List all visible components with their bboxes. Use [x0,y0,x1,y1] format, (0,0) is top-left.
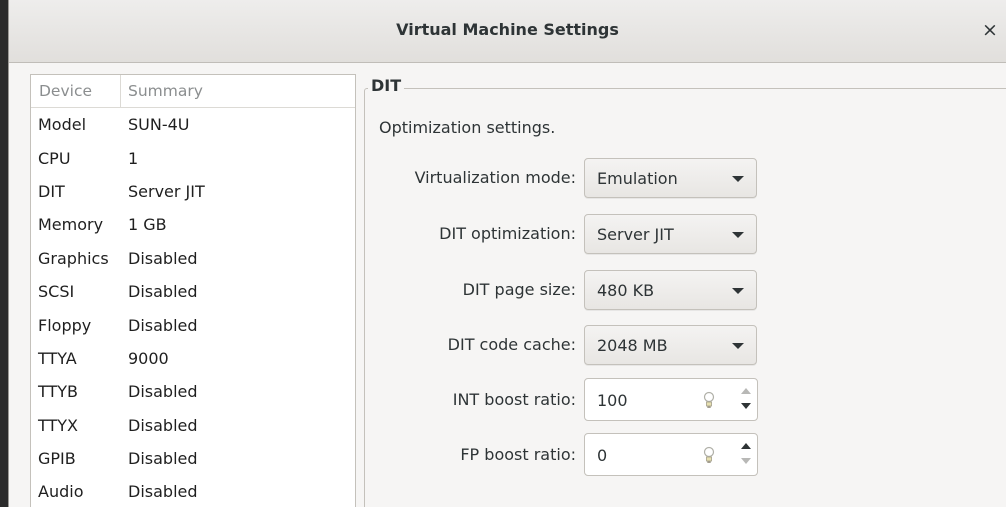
title-bar: Virtual Machine Settings × [9,0,1006,63]
increment-icon[interactable] [741,388,751,394]
device-summary: Disabled [128,282,198,302]
fp-boost-ratio-spin [584,433,758,477]
fp-boost-ratio-input[interactable] [585,434,709,477]
chevron-down-icon [732,343,744,349]
dit-page-size-label: DIT page size: [462,280,576,299]
int-boost-ratio-label: INT boost ratio: [452,390,576,409]
settings-window: Virtual Machine Settings × Device Summar… [8,0,1006,507]
dit-code-cache-label: DIT code cache: [447,335,576,354]
virtualization-mode-combo[interactable]: Emulation [584,158,757,198]
device-row-graphics[interactable]: Graphics Disabled [31,242,355,275]
device-summary: SUN-4U [128,115,190,135]
device-name: Model [38,115,87,135]
dit-page-size-combo[interactable]: 480 KB [584,270,757,310]
lightbulb-icon [703,446,715,463]
device-row-ttya[interactable]: TTYA 9000 [31,342,355,375]
device-name: Audio [38,482,84,502]
device-list-header: Device Summary [31,75,355,108]
device-row-ttyx[interactable]: TTYX Disabled [31,409,355,442]
device-summary: Disabled [128,449,198,469]
dit-description: Optimization settings. [379,118,556,137]
column-header-device[interactable]: Device [31,75,121,107]
device-name: GPIB [38,449,76,469]
decrement-icon[interactable] [741,458,751,464]
int-boost-ratio-spin [584,378,758,422]
device-name: TTYA [38,348,77,368]
device-summary: Disabled [128,482,198,502]
device-row-audio[interactable]: Audio Disabled [31,475,355,507]
increment-icon[interactable] [741,443,751,449]
dit-optimization-value: Server JIT [597,225,674,244]
device-row-dit[interactable]: DIT Server JIT [31,175,355,208]
device-list[interactable]: Device Summary Model SUN-4U CPU 1 DIT Server … [30,74,356,507]
fp-boost-ratio-label: FP boost ratio: [460,445,576,464]
device-row-memory[interactable]: Memory 1 GB [31,208,355,241]
chevron-down-icon [732,176,744,182]
device-summary: 1 [128,148,139,168]
dit-frame-label: DIT [368,76,405,95]
device-summary: Server JIT [128,181,205,201]
dit-code-cache-combo[interactable]: 2048 MB [584,325,757,365]
device-name: TTYB [38,382,79,402]
device-summary: Disabled [128,382,198,402]
device-rows: Model SUN-4U CPU 1 DIT Server JIT Memory 1 GB Gr… [31,108,355,507]
virtualization-mode-label: Virtualization mode: [414,168,576,187]
device-summary: Disabled [128,315,198,335]
column-header-summary[interactable]: Summary [121,75,355,107]
device-name: CPU [38,148,71,168]
device-name: Floppy [38,315,92,335]
dit-optimization-label: DIT optimization: [439,224,576,243]
device-summary: 1 GB [128,215,167,235]
int-boost-ratio-stepper [737,379,757,420]
device-row-model[interactable]: Model SUN-4U [31,108,355,141]
device-row-scsi[interactable]: SCSI Disabled [31,275,355,308]
device-row-cpu[interactable]: CPU 1 [31,141,355,174]
chevron-down-icon [732,288,744,294]
virtualization-mode-value: Emulation [597,169,678,188]
int-boost-ratio-input[interactable] [585,379,709,422]
device-row-floppy[interactable]: Floppy Disabled [31,308,355,341]
dit-optimization-combo[interactable]: Server JIT [584,214,757,254]
device-row-ttyb[interactable]: TTYB Disabled [31,375,355,408]
dit-page-size-value: 480 KB [597,281,655,300]
decrement-icon[interactable] [741,403,751,409]
device-name: TTYX [38,415,78,435]
chevron-down-icon [732,232,744,238]
device-summary: Disabled [128,415,198,435]
device-name: Graphics [38,248,109,268]
window-title: Virtual Machine Settings [396,20,619,39]
device-summary: Disabled [128,248,198,268]
dit-code-cache-value: 2048 MB [597,336,668,355]
close-button[interactable]: × [980,18,1000,42]
device-name: Memory [38,215,104,235]
device-row-gpib[interactable]: GPIB Disabled [31,442,355,475]
device-name: DIT [38,181,65,201]
fp-boost-ratio-stepper [737,434,757,475]
device-name: SCSI [38,282,75,302]
device-summary: 9000 [128,348,169,368]
lightbulb-icon [703,391,715,408]
